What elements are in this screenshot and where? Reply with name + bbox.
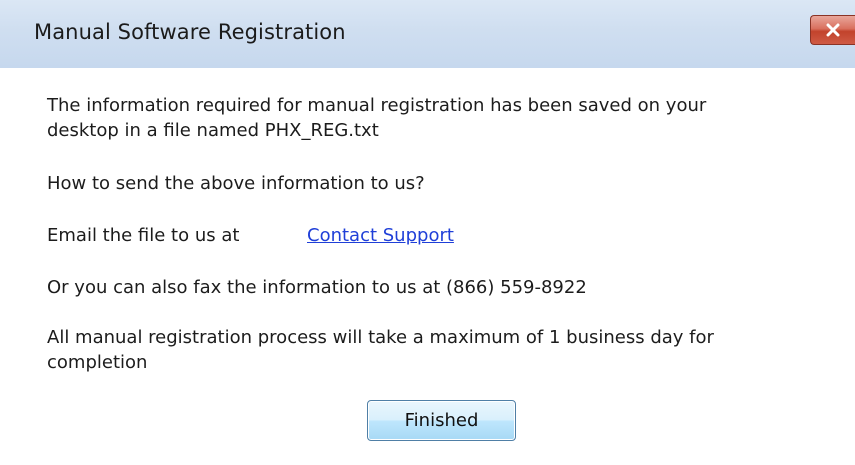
finished-button[interactable]: Finished <box>367 400 516 441</box>
message-line-1: The information required for manual regi… <box>47 95 707 116</box>
window-title: Manual Software Registration <box>34 20 346 44</box>
fax-text: Or you can also fax the information to u… <box>47 277 587 298</box>
title-bar: Manual Software Registration <box>0 0 855 68</box>
close-button[interactable] <box>810 15 855 45</box>
question-text: How to send the above information to us? <box>47 173 425 194</box>
note-line-1: All manual registration process will tak… <box>47 327 714 348</box>
close-icon <box>825 23 841 37</box>
contact-support-link[interactable]: Contact Support <box>307 224 454 248</box>
dialog-content: The information required for manual regi… <box>0 68 855 465</box>
note-line-2: completion <box>47 352 148 373</box>
message-line-2: desktop in a file named PHX_REG.txt <box>47 120 379 141</box>
email-prefix-text: Email the file to us at <box>47 225 240 246</box>
dialog-window: Manual Software Registration The informa… <box>0 0 855 465</box>
